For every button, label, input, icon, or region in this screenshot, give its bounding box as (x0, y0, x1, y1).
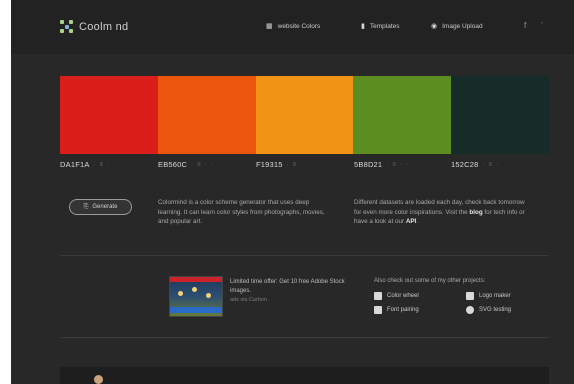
nav-label: Image Upload (442, 22, 483, 30)
lantern-dot (192, 287, 197, 292)
swatch-info: 152C28 · ≡ · (451, 160, 498, 169)
avatar (94, 375, 103, 384)
nav-image-upload[interactable]: ◉ Image Upload (431, 22, 483, 31)
ad-stripe (170, 277, 222, 282)
move-icon[interactable]: · (205, 162, 207, 168)
nav-label: website Colors (277, 22, 321, 30)
lantern-dot (206, 293, 211, 298)
logo[interactable]: Coolm nd (60, 20, 128, 33)
daily-info-text: Different datasets are loaded each day, … (354, 198, 530, 227)
hex-code[interactable]: 5B8D21 (354, 160, 382, 169)
refresh-icon: ⎘ (83, 203, 89, 210)
logo-icon (60, 20, 73, 33)
color-palette (60, 76, 549, 154)
project-label: Color wheel (387, 293, 419, 299)
app-frame: Coolm nd ▦ website Colors ▮ Templates ◉ … (11, 0, 574, 384)
divider (60, 337, 549, 338)
move-icon[interactable]: · (496, 162, 498, 168)
adjust-icon[interactable]: · (287, 162, 289, 168)
font-pairing-icon (374, 306, 382, 314)
lock-icon[interactable]: ≡ (293, 162, 297, 168)
hex-code[interactable]: F19315 (256, 160, 283, 169)
color-wheel-icon (374, 292, 382, 300)
logo-text: Coolm nd (79, 20, 129, 33)
ad-image[interactable] (169, 276, 223, 317)
api-link[interactable]: API (406, 218, 417, 225)
logo-maker-icon (466, 292, 474, 300)
lantern-dot (178, 291, 183, 296)
swatch-info: F19315 · ≡ · · (256, 160, 308, 169)
color-swatch[interactable] (157, 76, 256, 154)
project-color-wheel[interactable]: Color wheel (374, 292, 419, 300)
more-icon[interactable]: · (306, 162, 308, 168)
project-logo-maker[interactable]: Logo maker (466, 292, 511, 300)
footer-bar (60, 367, 549, 384)
adjust-icon[interactable]: · (191, 162, 193, 168)
ad-credit[interactable]: ads via Carbon (230, 297, 267, 303)
about-text: Colormind is a color scheme generator th… (158, 199, 325, 225)
color-swatch[interactable] (255, 76, 354, 154)
top-navbar: Coolm nd ▦ website Colors ▮ Templates ◉ … (11, 0, 574, 54)
more-icon[interactable]: · (211, 162, 213, 168)
hex-code[interactable]: EB560C (158, 160, 187, 169)
divider (60, 255, 549, 256)
adjust-icon[interactable]: · (386, 162, 388, 168)
swatch-info: DA1F1A · ≡ · (60, 160, 109, 169)
project-label: Font pairing (387, 307, 419, 313)
color-swatch[interactable] (353, 76, 452, 154)
generate-button[interactable]: ⎘ Generate (69, 199, 132, 215)
swatch-info: EB560C · ≡ · · (158, 160, 213, 169)
nav-website-colors[interactable]: ▦ website Colors (266, 22, 321, 31)
project-label: SVG testing (479, 307, 512, 313)
ad-banner-bar (170, 307, 222, 313)
lock-icon[interactable]: ≡ (488, 162, 492, 168)
camera-icon: ◉ (431, 23, 438, 30)
ad-title[interactable]: Limited time offer: Get 10 free Adobe St… (230, 278, 348, 295)
grid-icon: ▦ (266, 23, 273, 30)
info-text: . (416, 218, 419, 225)
adjust-icon[interactable]: · (94, 162, 96, 168)
color-swatch[interactable] (451, 76, 549, 154)
nav-templates[interactable]: ▮ Templates (361, 22, 400, 31)
move-icon[interactable]: · (107, 162, 109, 168)
swatch-info: 5B8D21 · ≡ · · (354, 160, 408, 169)
twitter-icon[interactable]: ’ (541, 21, 543, 30)
bookmark-icon: ▮ (361, 23, 365, 30)
color-swatch[interactable] (60, 76, 158, 154)
move-icon[interactable]: · (300, 162, 302, 168)
hex-code[interactable]: 152C28 (451, 160, 478, 169)
hex-code[interactable]: DA1F1A (60, 160, 90, 169)
more-icon[interactable]: · (406, 162, 408, 168)
lock-icon[interactable]: ≡ (392, 162, 396, 168)
generate-label: Generate (92, 204, 118, 210)
project-svg-testing[interactable]: SVG testing (466, 306, 511, 314)
svg-testing-icon (466, 306, 474, 314)
project-label: Logo maker (479, 293, 511, 299)
lock-icon[interactable]: ≡ (197, 162, 201, 168)
nav-label: Templates (369, 22, 400, 30)
move-icon[interactable]: · (400, 162, 402, 168)
project-font-pairing[interactable]: Font pairing (374, 306, 419, 314)
adjust-icon[interactable]: · (482, 162, 484, 168)
projects-heading: Also check out some of my other projects… (374, 278, 486, 284)
blog-link[interactable]: blog (469, 209, 482, 216)
facebook-icon[interactable]: f (524, 21, 526, 30)
lock-icon[interactable]: ≡ (100, 162, 104, 168)
